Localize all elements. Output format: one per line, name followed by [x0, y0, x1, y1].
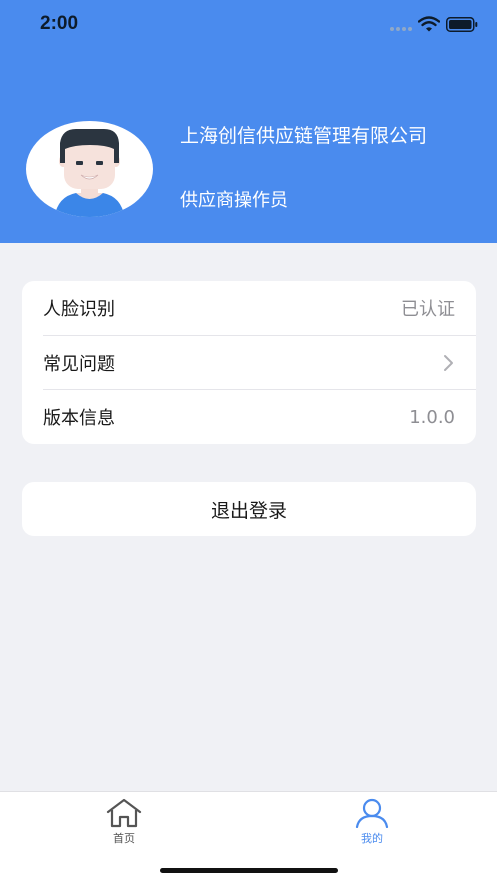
face-recognition-label: 人脸识别 — [43, 299, 115, 320]
signal-icon — [390, 27, 414, 31]
tab-mine-label: 我的 — [361, 832, 383, 845]
wifi-icon — [418, 16, 440, 32]
status-bar: 2:00 — [0, 0, 497, 50]
avatar-icon — [26, 121, 153, 217]
company-name: 上海创信供应链管理有限公司 — [180, 125, 428, 147]
tab-home-label: 首页 — [113, 832, 135, 845]
version-label: 版本信息 — [43, 408, 115, 429]
face-recognition-status: 已认证 — [401, 299, 455, 320]
status-time: 2:00 — [40, 13, 79, 34]
faq-row[interactable]: 常见问题 — [22, 336, 476, 390]
profile-screen: 2:00 上海创信供应链管理有限公司 供应商操作员 人脸识别 已认证 常见问题 … — [0, 0, 497, 883]
faq-label: 常见问题 — [43, 354, 115, 375]
battery-icon — [446, 17, 478, 32]
home-icon — [106, 798, 142, 828]
face-recognition-row[interactable]: 人脸识别 已认证 — [22, 281, 476, 335]
settings-card: 人脸识别 已认证 常见问题 版本信息 1.0.0 — [22, 281, 476, 444]
tab-mine[interactable]: 我的 — [342, 798, 402, 848]
home-indicator[interactable] — [160, 868, 338, 873]
tab-home[interactable]: 首页 — [94, 798, 154, 848]
version-value: 1.0.0 — [409, 406, 455, 428]
logout-button[interactable]: 退出登录 — [22, 482, 476, 536]
user-icon — [355, 798, 389, 828]
chevron-right-icon — [444, 355, 453, 371]
user-role: 供应商操作员 — [180, 190, 288, 211]
profile-header: 2:00 上海创信供应链管理有限公司 供应商操作员 — [0, 0, 497, 243]
version-row[interactable]: 版本信息 1.0.0 — [22, 390, 476, 444]
